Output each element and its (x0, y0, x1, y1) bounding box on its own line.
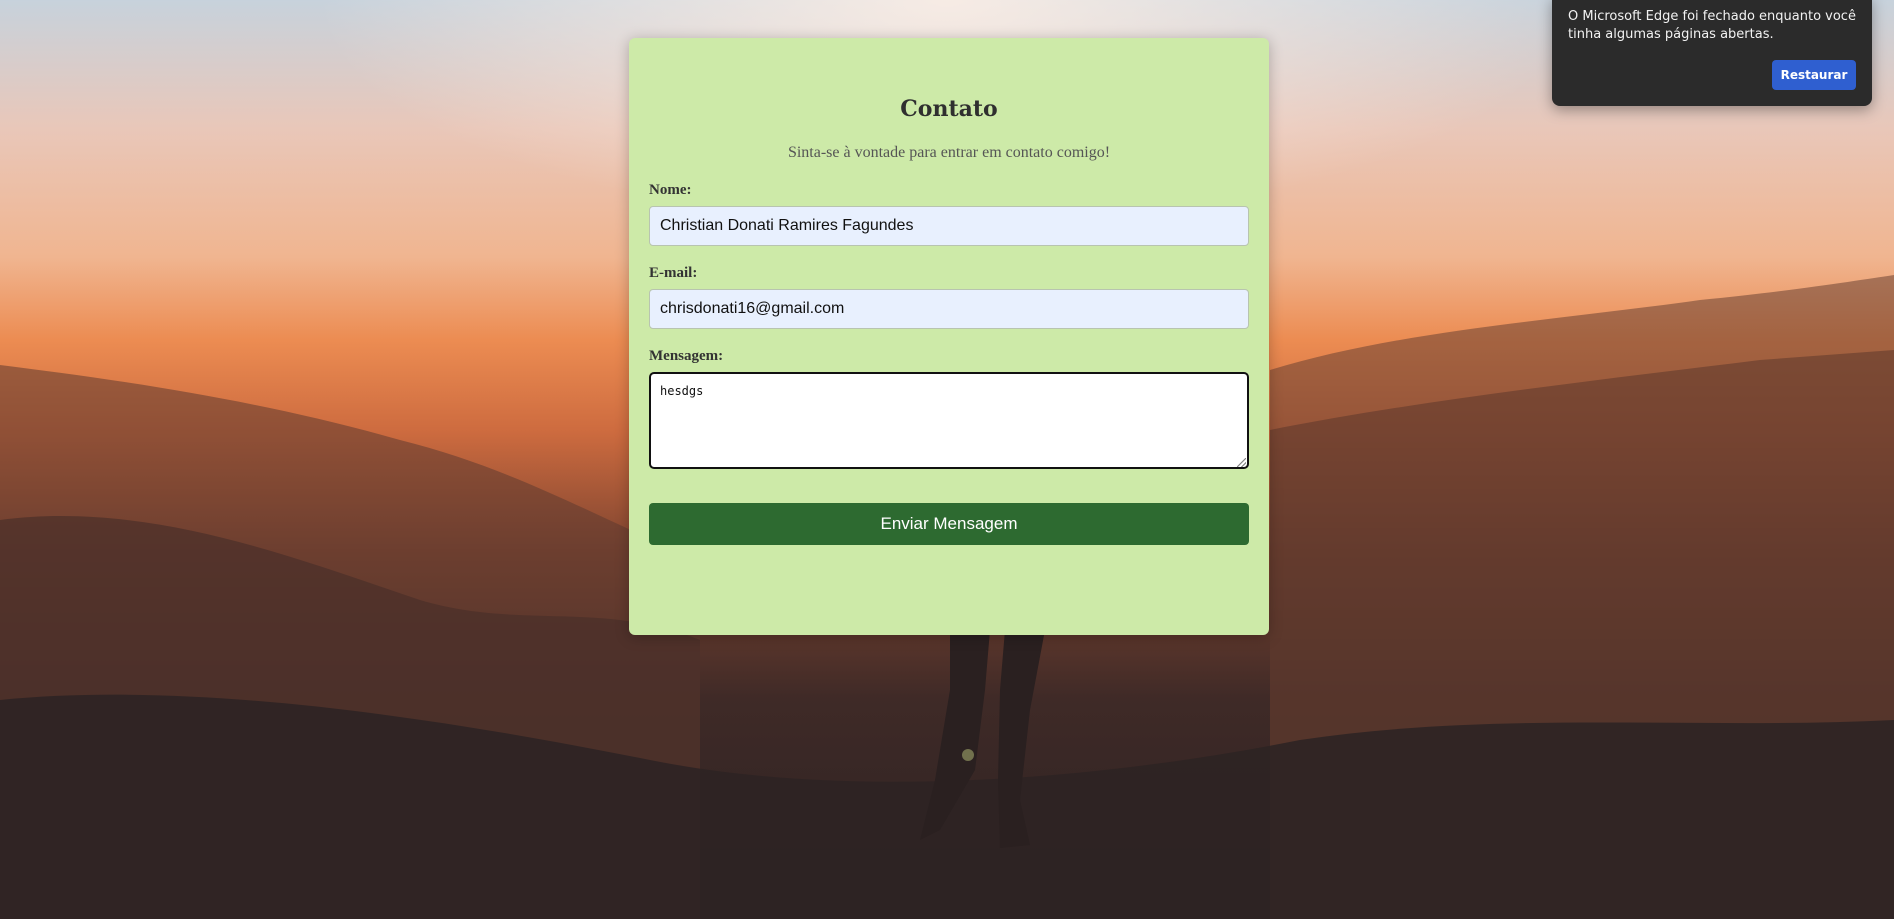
message-label: Mensagem: (649, 348, 724, 364)
send-message-button[interactable]: Enviar Mensagem (649, 503, 1249, 545)
textarea-resize-handle[interactable] (1237, 458, 1246, 467)
message-textarea[interactable]: hesdgs (649, 372, 1249, 469)
form-title: Contato (900, 96, 998, 122)
hiker-silhouette (920, 630, 1045, 848)
form-subtitle: Sinta-se à vontade para entrar em contat… (787, 144, 1111, 161)
email-input[interactable] (649, 289, 1249, 329)
edge-restore-notification: O Microsoft Edge foi fechado enquanto vo… (1552, 0, 1872, 106)
notification-message: O Microsoft Edge foi fechado enquanto vo… (1568, 9, 1856, 42)
email-label: E-mail: (649, 265, 698, 281)
contact-form-card: Contato Sinta-se à vontade para entrar e… (629, 38, 1269, 635)
name-input[interactable] (649, 206, 1249, 246)
name-label: Nome: (649, 182, 692, 198)
restore-button[interactable]: Restaurar (1772, 60, 1856, 90)
